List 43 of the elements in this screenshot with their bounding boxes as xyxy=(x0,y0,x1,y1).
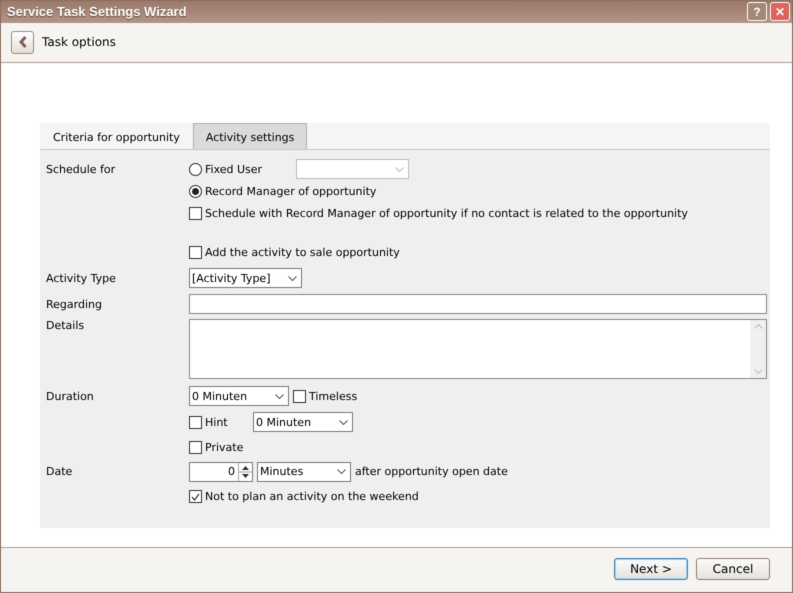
hint-dropdown[interactable]: 0 Minuten xyxy=(253,412,353,432)
field-label: Details xyxy=(46,319,86,332)
dialog-button[interactable]: Cancel xyxy=(696,558,770,580)
checkbox[interactable] xyxy=(293,390,306,403)
back-button[interactable] xyxy=(11,30,34,54)
window-title: Service Task Settings Wizard xyxy=(7,4,188,20)
dialog-button[interactable]: Next > xyxy=(614,558,688,580)
field-label: Regarding xyxy=(46,298,103,311)
checkbox[interactable] xyxy=(189,440,202,454)
field-label: Activity Type xyxy=(46,272,117,285)
activity-type-dropdown[interactable]: [Activity Type] xyxy=(189,268,302,288)
checkbox-option[interactable]: Schedule with Record Manager of opportunity if no contact is related to the opportunity xyxy=(189,206,688,220)
details-field[interactable] xyxy=(189,319,767,380)
regarding-field[interactable] xyxy=(189,294,767,314)
radio-button[interactable] xyxy=(189,162,202,176)
radio-option[interactable]: Fixed User xyxy=(189,162,292,176)
checkbox-option[interactable]: Private xyxy=(189,440,244,454)
radio-option[interactable]: Record Manager of opportunity xyxy=(189,184,376,198)
checkbox[interactable] xyxy=(189,246,202,259)
chevron-down-icon xyxy=(288,276,297,281)
field-label: Duration xyxy=(46,390,95,403)
checkbox[interactable] xyxy=(189,416,202,429)
tab[interactable]: Criteria for opportunity xyxy=(40,124,193,150)
radio-button[interactable] xyxy=(189,184,202,198)
checkbox-option[interactable]: Timeless xyxy=(293,390,358,403)
chevron-left-icon xyxy=(18,36,26,48)
amount-spinner[interactable]: 0 xyxy=(189,462,253,482)
chevron-down-icon xyxy=(395,166,404,172)
checkbox-option[interactable]: Hint xyxy=(189,416,249,429)
checkbox[interactable] xyxy=(189,206,202,220)
date-suffix: after opportunity open date xyxy=(355,465,508,478)
page-title: Task options xyxy=(42,35,116,50)
checkbox-option[interactable]: Add the activity to sale opportunity xyxy=(189,246,400,259)
chevron-down-icon xyxy=(339,420,348,425)
chevron-down-icon xyxy=(337,469,346,474)
unit-dropdown[interactable]: Minutes xyxy=(257,462,351,482)
chevron-down-icon xyxy=(275,394,284,399)
duration-dropdown[interactable]: 0 Minuten xyxy=(189,386,289,406)
field-label: Date xyxy=(46,465,74,478)
checkbox-option[interactable]: Not to plan an activity on the weekend xyxy=(189,490,419,504)
checkbox[interactable] xyxy=(189,490,202,504)
tab[interactable]: Activity settings xyxy=(192,123,308,150)
field-label: Schedule for xyxy=(46,162,116,176)
